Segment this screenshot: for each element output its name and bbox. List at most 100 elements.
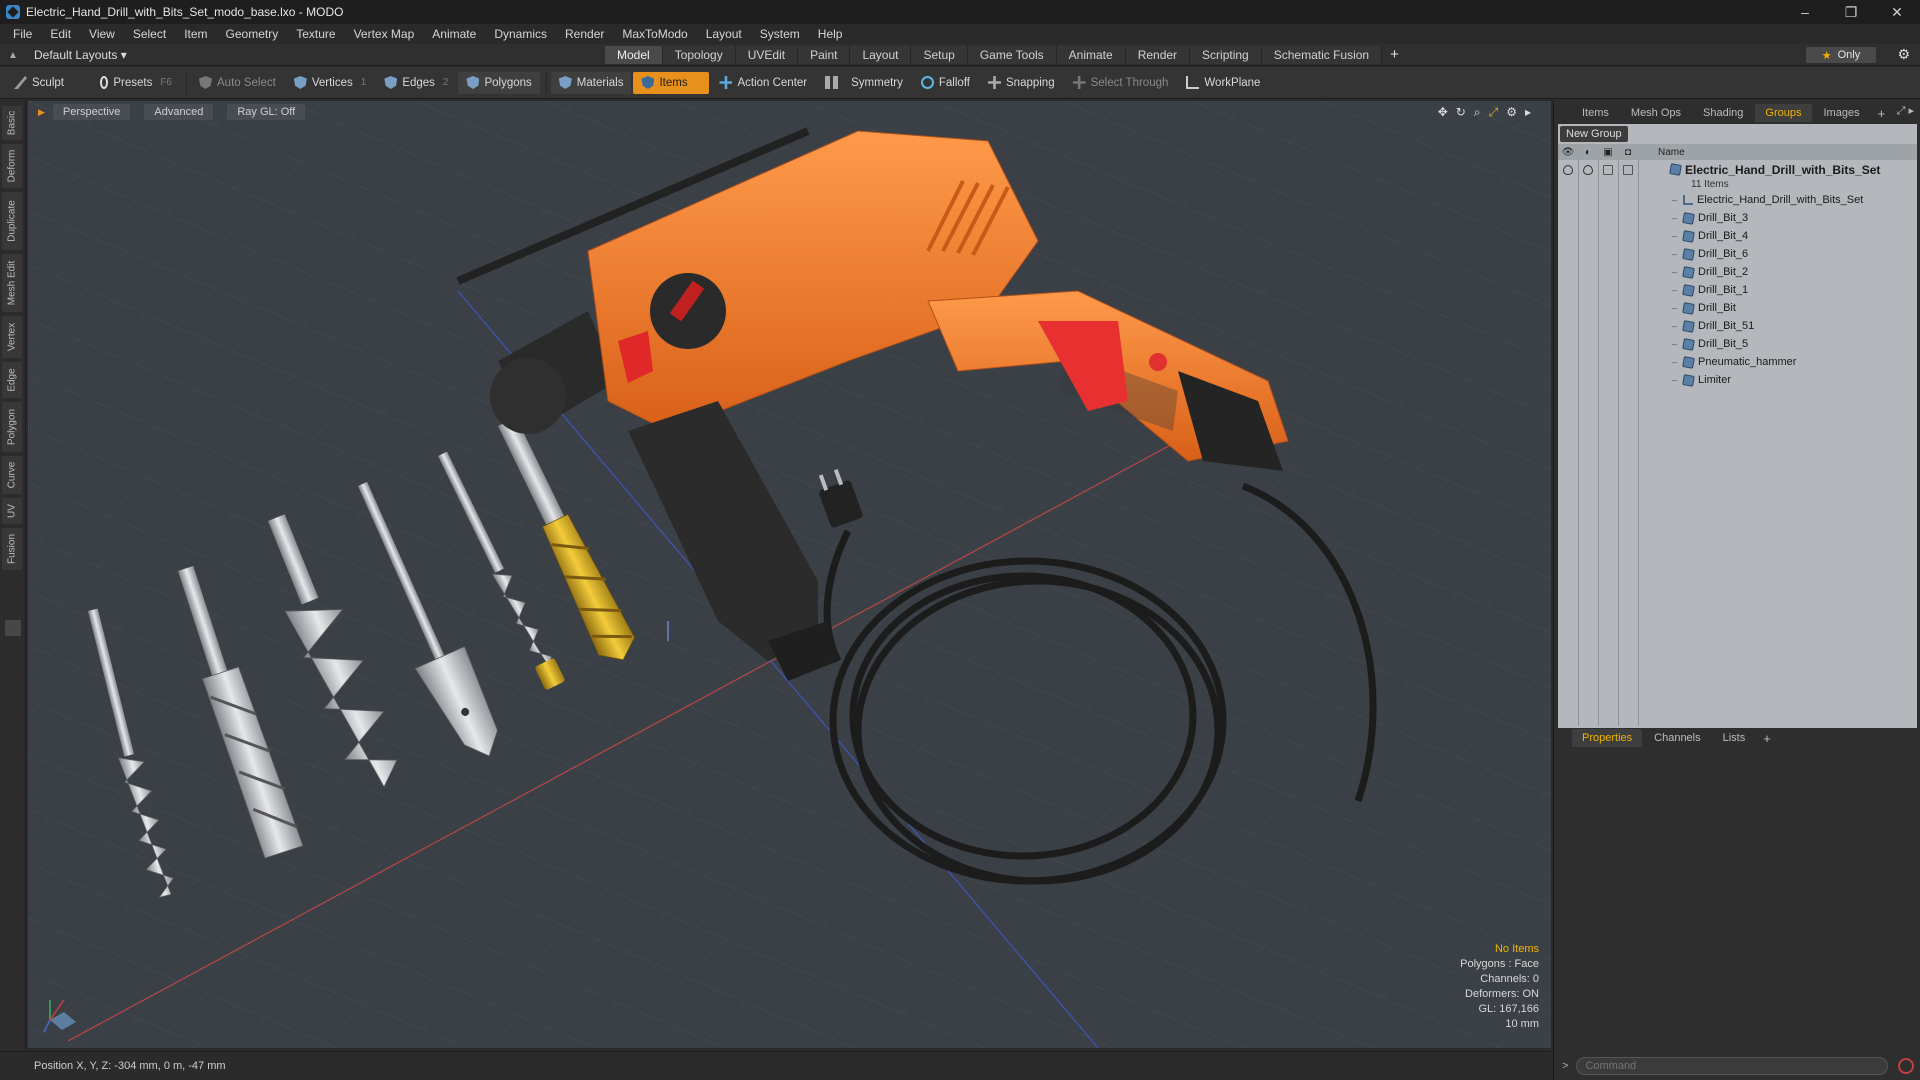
tab-animate[interactable]: Animate xyxy=(1056,46,1126,64)
edges-button[interactable]: Edges 2 xyxy=(376,72,456,94)
tab-properties[interactable]: Properties xyxy=(1572,729,1643,747)
viewport-expand-icon[interactable]: ▸ xyxy=(1525,105,1531,120)
strip-toggle-button[interactable] xyxy=(5,620,21,636)
workplane-button[interactable]: WorkPlane xyxy=(1178,72,1268,94)
group-visibility-icon[interactable] xyxy=(1563,165,1573,175)
name-column-header[interactable]: Name xyxy=(1658,147,1685,158)
only-toggle-button[interactable]: ★ Only xyxy=(1806,47,1876,63)
select-through-button[interactable]: Select Through xyxy=(1065,72,1177,94)
tab-uv[interactable]: UV xyxy=(2,498,22,524)
action-center-button[interactable]: Action Center xyxy=(711,72,815,94)
menu-layout[interactable]: Layout xyxy=(697,24,751,44)
viewport-settings-icon[interactable]: ⚙ xyxy=(1506,105,1517,120)
panel-expand-icon[interactable]: ⤢ ▸ xyxy=(1897,104,1914,118)
tab-mesh-ops[interactable]: Mesh Ops xyxy=(1621,104,1691,122)
command-input[interactable] xyxy=(1576,1057,1889,1075)
tab-mesh-edit[interactable]: Mesh Edit xyxy=(2,254,22,312)
maximize-icon[interactable]: ⤢ xyxy=(1489,105,1499,120)
tab-items[interactable]: Items xyxy=(1572,104,1619,122)
add-panel-tab-button[interactable]: + xyxy=(1872,106,1892,121)
items-button[interactable]: Items xyxy=(633,71,710,94)
tab-uvedit[interactable]: UVEdit xyxy=(735,46,799,64)
tab-polygon[interactable]: Polygon xyxy=(2,402,22,452)
tab-paint[interactable]: Paint xyxy=(798,46,851,64)
tab-layout[interactable]: Layout xyxy=(850,46,912,64)
layout-selector[interactable]: ▲ Default Layouts ▾ xyxy=(8,47,127,63)
tab-topology[interactable]: Topology xyxy=(662,46,736,64)
tab-render[interactable]: Render xyxy=(1125,46,1191,64)
tab-groups[interactable]: Groups xyxy=(1755,104,1812,122)
list-item[interactable]: – Drill_Bit_1 xyxy=(1558,281,1917,299)
command-record-icon[interactable] xyxy=(1898,1058,1915,1074)
rotate-icon[interactable]: ↻ xyxy=(1456,105,1466,120)
new-group-button[interactable]: New Group xyxy=(1560,126,1628,142)
3d-viewport[interactable]: ▶ Perspective Advanced Ray GL: Off ✥ ↻ ⌕… xyxy=(28,101,1551,1048)
sculpt-button[interactable]: Sculpt xyxy=(6,72,90,94)
menu-select[interactable]: Select xyxy=(124,24,175,44)
list-item[interactable]: – Limiter xyxy=(1558,371,1917,389)
materials-button[interactable]: Materials xyxy=(550,71,632,94)
raygl-button[interactable]: Ray GL: Off xyxy=(227,104,306,120)
menu-maxtomodo[interactable]: MaxToModo xyxy=(613,24,696,44)
group-render-icon[interactable] xyxy=(1583,165,1593,175)
collapse-up-icon[interactable]: ▲ xyxy=(8,50,20,61)
list-item[interactable]: – Drill_Bit_5 xyxy=(1558,335,1917,353)
menu-texture[interactable]: Texture xyxy=(287,24,344,44)
select-column-icon[interactable]: ◘ xyxy=(1618,147,1638,158)
tab-channels[interactable]: Channels xyxy=(1644,729,1710,747)
tab-duplicate[interactable]: Duplicate xyxy=(2,192,22,250)
view-mode-button[interactable]: Perspective xyxy=(52,104,131,120)
auto-select-button[interactable]: Auto Select xyxy=(191,72,284,94)
tab-edge[interactable]: Edge xyxy=(2,362,22,398)
tab-schematic-fusion[interactable]: Schematic Fusion xyxy=(1261,46,1383,64)
menu-edit[interactable]: Edit xyxy=(41,24,80,44)
menu-system[interactable]: System xyxy=(751,24,809,44)
snapping-button[interactable]: Snapping xyxy=(980,72,1063,94)
tab-game-tools[interactable]: Game Tools xyxy=(967,46,1057,64)
tab-shading[interactable]: Shading xyxy=(1693,104,1753,122)
menu-file[interactable]: File xyxy=(4,24,41,44)
tab-deform[interactable]: Deform xyxy=(2,144,22,188)
menu-vertex-map[interactable]: Vertex Map xyxy=(345,24,424,44)
tab-lists[interactable]: Lists xyxy=(1713,729,1756,747)
list-item[interactable]: – Drill_Bit_2 xyxy=(1558,263,1917,281)
tab-basic[interactable]: Basic xyxy=(2,106,22,140)
group-lock-icon[interactable] xyxy=(1603,165,1613,175)
group-select-icon[interactable] xyxy=(1623,165,1633,175)
tab-images[interactable]: Images xyxy=(1814,104,1870,122)
shading-mode-button[interactable]: Advanced xyxy=(144,104,214,120)
restore-button[interactable]: ❐ xyxy=(1828,0,1874,24)
menu-render[interactable]: Render xyxy=(556,24,613,44)
list-item[interactable]: – Electric_Hand_Drill_with_Bits_Set xyxy=(1558,191,1917,209)
add-bottom-tab-button[interactable]: + xyxy=(1757,731,1777,746)
symmetry-button[interactable]: Symmetry xyxy=(817,72,911,94)
menu-help[interactable]: Help xyxy=(809,24,852,44)
list-item[interactable]: – Drill_Bit_4 xyxy=(1558,227,1917,245)
render-column-icon[interactable]: ◐ xyxy=(1578,147,1598,158)
tab-curve[interactable]: Curve xyxy=(2,456,22,494)
list-item[interactable]: – Drill_Bit_51 xyxy=(1558,317,1917,335)
menu-item[interactable]: Item xyxy=(175,24,216,44)
tab-setup[interactable]: Setup xyxy=(911,46,968,64)
pan-icon[interactable]: ✥ xyxy=(1438,105,1448,120)
visibility-column-icon[interactable]: 👁 xyxy=(1558,147,1578,158)
minimize-button[interactable]: – xyxy=(1782,0,1828,24)
list-item[interactable]: – Drill_Bit_6 xyxy=(1558,245,1917,263)
polygons-button[interactable]: Polygons xyxy=(458,71,540,94)
lock-column-icon[interactable]: ▣ xyxy=(1598,147,1618,158)
tab-vertex[interactable]: Vertex xyxy=(2,316,22,358)
viewport-menu-arrow-icon[interactable]: ▶ xyxy=(38,107,45,118)
group-row[interactable]: Electric_Hand_Drill_with_Bits_Set xyxy=(1558,162,1917,177)
menu-geometry[interactable]: Geometry xyxy=(217,24,288,44)
list-item[interactable]: – Pneumatic_hammer xyxy=(1558,353,1917,371)
falloff-button[interactable]: Falloff xyxy=(913,72,978,94)
tab-fusion[interactable]: Fusion xyxy=(2,528,22,570)
menu-view[interactable]: View xyxy=(80,24,124,44)
tab-scripting[interactable]: Scripting xyxy=(1190,46,1262,64)
list-item[interactable]: – Drill_Bit xyxy=(1558,299,1917,317)
close-button[interactable]: ✕ xyxy=(1874,0,1920,24)
tab-model[interactable]: Model xyxy=(605,46,663,64)
vertices-button[interactable]: Vertices 1 xyxy=(286,72,374,94)
add-tab-button[interactable]: + xyxy=(1382,46,1407,64)
gear-icon[interactable]: ⚙ xyxy=(1897,46,1910,63)
